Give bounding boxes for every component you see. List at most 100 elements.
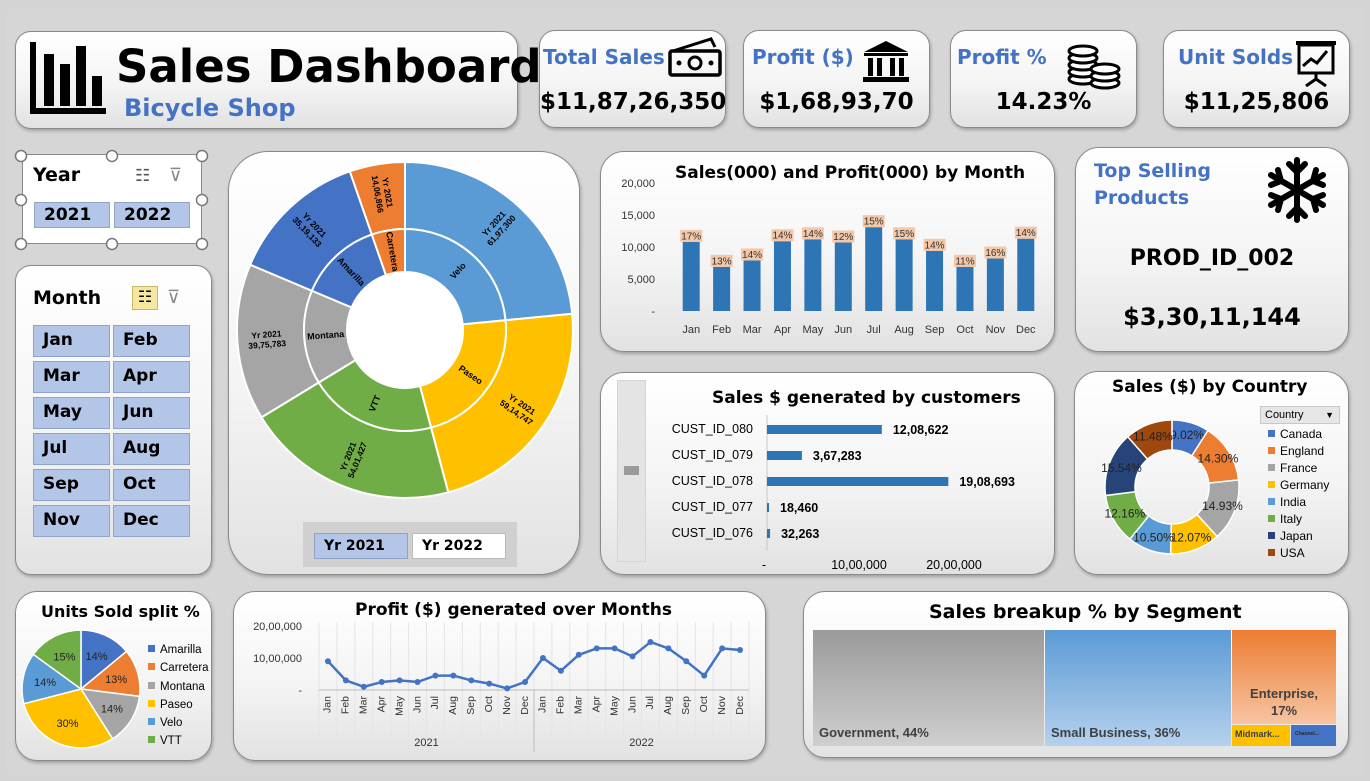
legend-label: Canada (1280, 427, 1323, 441)
bar-data-label: 14% (925, 240, 945, 251)
x-tick-label: Jun (626, 696, 638, 713)
bar-data-label: 13% (712, 256, 732, 267)
legend-item: Canada (1268, 426, 1329, 443)
month-item[interactable]: Nov (33, 505, 110, 537)
legend-label: Montana (160, 680, 205, 693)
month-item[interactable]: Aug (113, 433, 190, 465)
legend-filter-label: Country (1265, 409, 1304, 421)
kpi-value: $11,25,806 (1183, 89, 1330, 115)
legend-item: Japan (1268, 528, 1329, 545)
slice-label: 15% (53, 651, 75, 663)
customers-bar-chart: CUST_ID_080 12,08,622 CUST_ID_079 3,67,283 C… (672, 415, 1015, 572)
y-tick-label: 15,000 (621, 210, 655, 222)
country-legend: Canada England France Germany India Italy Japa… (1268, 426, 1329, 562)
legend-item: Carretera (148, 659, 209, 677)
legend-swatch (1268, 532, 1275, 539)
data-point (504, 685, 511, 692)
x-group-label: 2021 (414, 737, 438, 749)
kpi-label: Profit ($) (752, 45, 854, 69)
x-tick-label: Jan (322, 696, 334, 713)
x-tick-label: Sep (680, 696, 692, 715)
y-tick-label: 5,000 (627, 274, 655, 286)
bar-data-label: 14% (742, 250, 762, 261)
treemap-label: Small Business, 36% (1051, 725, 1181, 740)
sunburst-card: Velo Yr 2021 61,97,300 Paseo Yr 2021 59,14,74… (228, 151, 580, 575)
slice-label: 14% (86, 651, 108, 663)
legend-item: Italy (1268, 511, 1329, 528)
monthly-bar-chart: 20,000 15,000 10,000 5,000 - 17% Jan 13% Feb 14% M… (621, 178, 1037, 336)
legend-label: VTT (160, 735, 182, 748)
month-item[interactable]: Jan (33, 325, 110, 357)
legend-item: India (1268, 494, 1329, 511)
chevron-down-icon: ▼ (1325, 410, 1334, 420)
data-point (450, 672, 457, 679)
legend-swatch (1268, 498, 1275, 505)
x-tick-label: Aug (662, 696, 674, 715)
data-point (432, 672, 439, 679)
month-item[interactable]: May (33, 397, 110, 429)
bar-data-label: 15% (894, 229, 914, 240)
x-tick-label: Mar (573, 696, 585, 715)
data-point (378, 679, 385, 685)
bar-chart-icon (30, 42, 106, 114)
month-item[interactable]: Mar (33, 361, 110, 393)
slice-label: 12.07% (1171, 531, 1212, 545)
monthly-bar (743, 260, 761, 311)
kpi-label: Unit Solds (1178, 45, 1294, 69)
x-tick-label: Dec (519, 696, 531, 715)
bar-data-label: 11% (955, 256, 974, 267)
month-item[interactable]: Feb (113, 325, 190, 357)
x-tick-label: Dec (734, 696, 746, 715)
multi-select-icon[interactable]: ☷ (132, 286, 158, 310)
data-point (342, 677, 349, 684)
month-item[interactable]: Jul (33, 433, 110, 465)
data-point (360, 683, 367, 690)
x-tick-label: Oct (483, 696, 495, 712)
bar-data-label: 14% (772, 231, 792, 242)
kpi-value: $1,68,93,70 (759, 89, 914, 115)
legend-swatch (148, 718, 155, 726)
legend-filter-dropdown[interactable]: Country ▼ (1260, 406, 1340, 424)
monthly-bar (713, 266, 731, 311)
bank-icon (863, 41, 909, 82)
data-point (647, 639, 654, 645)
month-item[interactable]: Dec (113, 505, 190, 537)
data-point (539, 655, 546, 661)
customer-bar (767, 425, 882, 434)
year-filter-2021[interactable]: Yr 2021 (314, 533, 408, 559)
data-point (522, 679, 529, 685)
monthly-bar (986, 258, 1004, 311)
x-tick-label: Dec (1016, 324, 1036, 336)
bar-data-label: 16% (985, 248, 1005, 259)
x-tick-label: Apr (590, 696, 602, 713)
presentation-icon (1296, 41, 1336, 87)
year-filter-2022[interactable]: Yr 2022 (412, 533, 506, 559)
slice-label: 14% (34, 677, 56, 689)
month-item[interactable]: Jun (113, 397, 190, 429)
clear-filter-icon[interactable]: ⊽ (167, 287, 180, 308)
legend-label: USA (1280, 546, 1305, 560)
kpi-value: $11,87,26,350 (540, 89, 727, 115)
monthly-bar (926, 250, 944, 311)
y-tick-label: - (651, 306, 655, 318)
month-item[interactable]: Sep (33, 469, 110, 501)
treemap-channel: Channel... (1291, 725, 1336, 746)
bar-data-label: 14% (803, 229, 823, 240)
slice-label: 30% (57, 718, 79, 730)
monthly-bar (1017, 238, 1035, 311)
x-tick-label: 20,00,000 (926, 558, 982, 572)
slice-label: 11.48% (1133, 429, 1173, 443)
month-item[interactable]: Oct (113, 469, 190, 501)
month-item[interactable]: Apr (113, 361, 190, 393)
legend-item: Amarilla (148, 641, 209, 659)
x-tick-label: 10,00,000 (831, 558, 887, 572)
bar-data-label: 12,08,622 (893, 423, 949, 437)
category-label: CUST_ID_080 (672, 422, 753, 436)
selection-handles (14, 149, 209, 251)
data-point (468, 677, 475, 684)
money-icon (668, 37, 722, 77)
bar-data-label: 14% (1016, 228, 1036, 239)
legend-label: India (1280, 495, 1307, 509)
treemap-label: Government, 44% (819, 725, 929, 740)
monthly-bar (956, 266, 974, 311)
